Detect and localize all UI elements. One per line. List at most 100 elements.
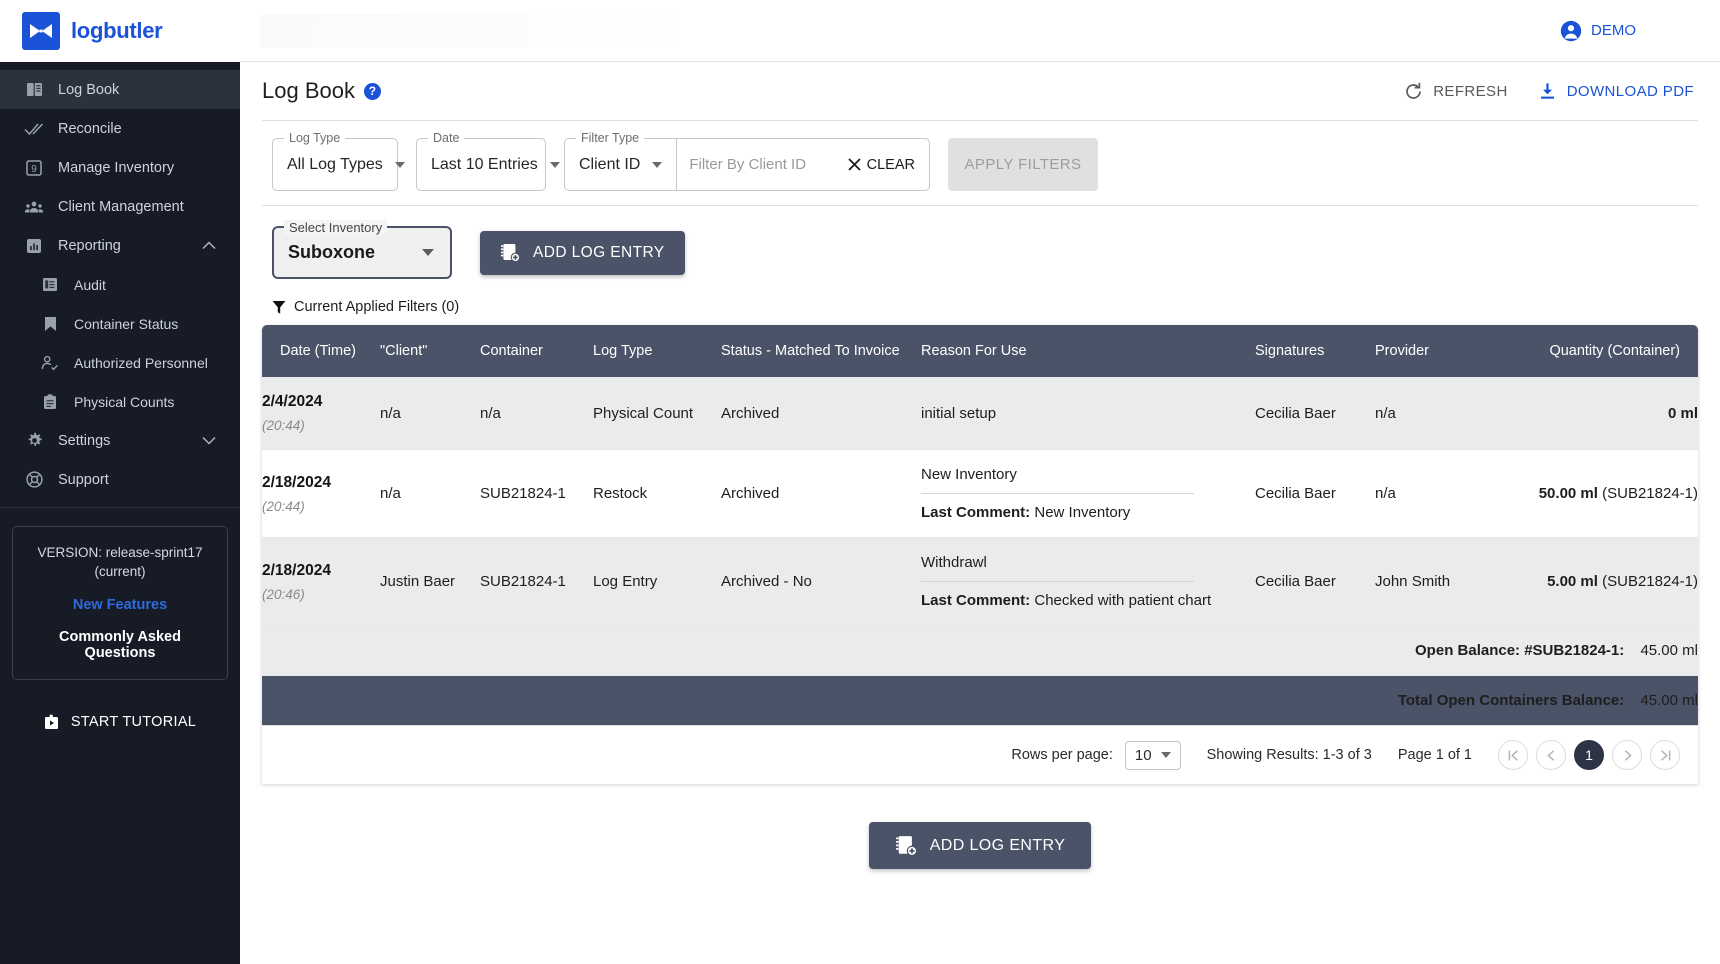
help-icon[interactable]: ? [363, 82, 381, 100]
cell-provider: n/a [1375, 449, 1535, 538]
log-table-card: Date (Time) "Client" Container Log Type … [262, 325, 1698, 784]
download-pdf-button[interactable]: DOWNLOAD PDF [1538, 82, 1694, 101]
filter-input[interactable]: Filter By Client ID [689, 156, 806, 173]
last-page-icon[interactable] [1650, 740, 1680, 770]
rows-per-page-select[interactable]: 10 [1124, 740, 1181, 770]
filter-row: Log Type All Log Types Date Last 10 Entr… [262, 121, 1698, 205]
page-header-actions: REFRESH DOWNLOAD PDF [1404, 82, 1698, 101]
date-select[interactable]: Date Last 10 Entries [416, 131, 560, 191]
add-log-entry-label: ADD LOG ENTRY [929, 836, 1066, 854]
open-balance-row: Open Balance: #SUB21824-1: 45.00 ml [262, 625, 1698, 676]
sidebar-item-log-book[interactable]: Log Book [0, 70, 240, 109]
chevron-down-icon[interactable] [202, 436, 216, 445]
date-value-wrap[interactable]: Last 10 Entries [417, 156, 574, 174]
refresh-button[interactable]: REFRESH [1404, 82, 1507, 101]
version-box: VERSION: release-sprint17 (current) New … [12, 526, 228, 680]
table-row[interactable]: 2/18/2024 (20:44) n/a SUB21824-1 Restock… [262, 449, 1698, 538]
quantity-value: 5.00 ml [1547, 573, 1598, 590]
filter-type-group: Filter Type Client ID Filter By Client I… [564, 131, 930, 191]
inventory-box-icon: 9 [24, 158, 44, 178]
row-date: 2/18/2024 [262, 473, 331, 491]
sidebar-item-label: Reporting [58, 237, 121, 254]
rows-per-page-value: 10 [1134, 746, 1152, 764]
filter-input-area: Filter By Client ID CLEAR [677, 139, 929, 190]
current-applied-filters[interactable]: Current Applied Filters (0) [262, 285, 1698, 325]
sidebar-item-authorized-personnel[interactable]: Authorized Personnel [0, 343, 240, 382]
sidebar-item-support[interactable]: Support [0, 460, 240, 499]
apply-filters-button[interactable]: APPLY FILTERS [948, 138, 1098, 191]
sidebar-item-settings[interactable]: Settings [0, 421, 240, 460]
sidebar-item-container-status[interactable]: Container Status [0, 304, 240, 343]
log-type-select[interactable]: Log Type All Log Types [272, 131, 405, 191]
filter-type-label: Filter Type [576, 131, 645, 145]
download-icon [1538, 82, 1557, 101]
version-line-1: VERSION: release-sprint17 [37, 545, 203, 560]
add-log-entry-button-bottom[interactable]: ADD LOG ENTRY [868, 822, 1092, 869]
page-1-button[interactable]: 1 [1574, 740, 1604, 770]
sidebar-item-label: Authorized Personnel [74, 354, 208, 371]
table-row[interactable]: 2/4/2024 (20:44) n/a n/a Physical Count … [262, 377, 1698, 450]
tutorial-play-icon [44, 714, 59, 730]
applied-filters-label: Current Applied Filters (0) [294, 299, 460, 315]
col-status: Status - Matched To Invoice [721, 325, 921, 377]
sidebar-item-audit[interactable]: Audit [0, 265, 240, 304]
cell-provider: n/a [1375, 377, 1535, 450]
sidebar-item-label: Settings [58, 432, 111, 449]
cell-status: Archived [721, 377, 921, 450]
next-page-icon[interactable] [1612, 740, 1642, 770]
new-features-link[interactable]: New Features [23, 597, 217, 613]
people-group-icon [24, 197, 44, 217]
open-balance-label: Open Balance: #SUB21824-1: [1415, 642, 1625, 659]
col-quantity: Quantity (Container) [1535, 325, 1698, 377]
cell-provider: John Smith [1375, 537, 1535, 626]
select-inventory-label: Select Inventory [284, 220, 388, 235]
filter-type-select[interactable]: Client ID [565, 139, 678, 190]
sidebar-item-label: Container Status [74, 315, 179, 332]
sidebar-item-reporting[interactable]: Reporting [0, 226, 240, 265]
brand[interactable]: logbutler [0, 0, 240, 62]
clipboard-icon [40, 392, 60, 412]
sidebar-item-reconcile[interactable]: Reconcile [0, 109, 240, 148]
sidebar-item-client-management[interactable]: Client Management [0, 187, 240, 226]
cell-client: n/a [380, 377, 480, 450]
first-page-icon[interactable] [1498, 740, 1528, 770]
user-menu[interactable]: DEMO [1560, 20, 1636, 42]
reason-text: initial setup [921, 404, 997, 422]
sidebar-item-physical-counts[interactable]: Physical Counts [0, 382, 240, 421]
cell-date: 2/4/2024 (20:44) [262, 377, 380, 450]
log-type-value-wrap[interactable]: All Log Types [273, 156, 419, 174]
reason-last-comment: Last Comment: Checked with patient chart [921, 592, 1255, 609]
chevron-up-icon[interactable] [202, 241, 216, 250]
sidebar-item-manage-inventory[interactable]: 9 Manage Inventory [0, 148, 240, 187]
cell-date: 2/18/2024 (20:44) [262, 449, 380, 538]
log-table-body: 2/4/2024 (20:44) n/a n/a Physical Count … [262, 377, 1698, 726]
add-log-entry-button-top[interactable]: ADD LOG ENTRY [480, 230, 685, 275]
select-inventory-dropdown[interactable]: Select Inventory Suboxone [272, 220, 452, 279]
reason-separator [921, 493, 1194, 494]
bowtie-logo-icon [22, 12, 60, 50]
lifebuoy-icon [24, 470, 44, 490]
clear-filter-button[interactable]: CLEAR [847, 157, 915, 173]
cell-signatures: Cecilia Baer [1255, 377, 1375, 450]
pagination-bar: Rows per page: 10 Showing Results: 1-3 o… [262, 726, 1698, 784]
quantity-value: 0 ml [1667, 404, 1698, 422]
gear-icon [24, 431, 44, 451]
close-x-icon [847, 157, 862, 172]
svg-text:9: 9 [31, 164, 37, 175]
prev-page-icon[interactable] [1536, 740, 1566, 770]
bookmark-icon [40, 314, 60, 334]
row-date: 2/4/2024 [262, 393, 323, 410]
brand-name: logbutler [71, 18, 163, 43]
clear-label: CLEAR [866, 156, 915, 173]
col-signatures: Signatures [1255, 325, 1375, 377]
cell-reason: initial setup [921, 377, 1255, 450]
row-time: (20:46) [262, 586, 305, 602]
topbar: DEMO [240, 0, 1720, 62]
filter-type-value-wrap[interactable]: Client ID [565, 156, 676, 174]
table-row[interactable]: 2/18/2024 (20:46) Justin Baer SUB21824-1… [262, 537, 1698, 626]
cell-reason: Withdrawl Last Comment: Checked with pat… [921, 537, 1255, 626]
chevron-down-icon [652, 161, 663, 168]
inventory-row: Select Inventory Suboxone ADD LOG ENTRY [262, 206, 1698, 285]
faq-link[interactable]: Commonly Asked Questions [23, 629, 217, 661]
start-tutorial-button[interactable]: START TUTORIAL [0, 714, 240, 730]
